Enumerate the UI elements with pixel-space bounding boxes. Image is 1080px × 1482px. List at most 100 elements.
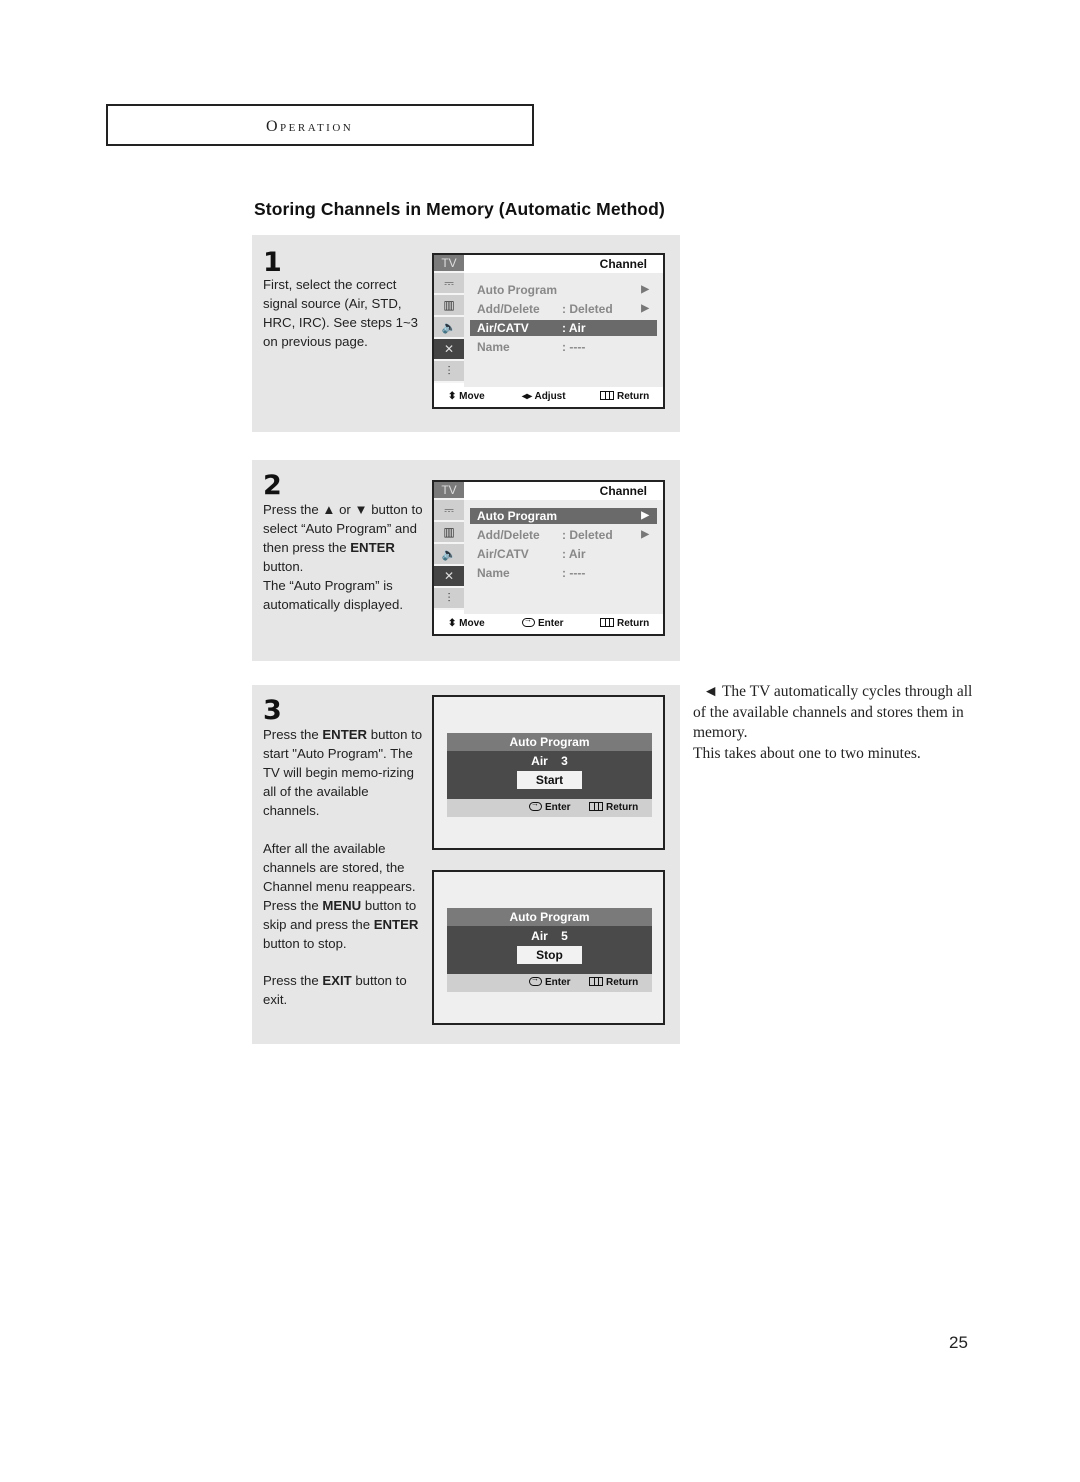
tv-tab: TV [434,255,464,273]
up-arrow-icon: ▲ [322,502,336,517]
row-value: : ---- [562,340,586,354]
arrow-right-icon: ▶ [641,303,649,314]
channel-readout: Air 3 [531,754,568,768]
osd-heading: Channel [599,484,647,498]
dialog-body: Air 5 Stop [447,926,652,974]
text: button. [263,559,304,574]
step-2-panel: 2 Press the ▲ or ▼ button to select “Aut… [252,460,680,661]
dialog-heading: Auto Program [447,733,652,751]
enter-icon [522,615,535,627]
input-icon: ⎓ [434,273,464,295]
sound-icon: 🔈 [434,544,464,566]
footer-move: ⬍ Move [448,391,485,402]
footer-move: ⬍ Move [448,618,485,629]
osd-footer: ⬍ Move ◂▸ Adjust Return [434,387,663,407]
channel-menu-osd: TV ⎓ ▥ 🔈 ✕ ⫶ Channel Auto Program ▶ Add/… [432,480,665,636]
row-value: : Deleted [562,528,613,542]
osd-menu-body: Auto Program ▶ Add/Delete : Deleted ▶ Ai… [464,273,663,387]
footer-enter: Enter [529,799,571,813]
dialog-footer: Enter Return [447,799,652,817]
osd-footer: ⬍ Move Enter Return [434,614,663,634]
return-icon [600,618,614,627]
row-label: Auto Program [477,283,558,297]
footer-label: Move [459,618,485,629]
osd-sidebar: TV ⎓ ▥ 🔈 ✕ ⫶ [434,255,464,383]
osd-menu-body: Auto Program ▶ Add/Delete : Deleted ▶ Ai… [464,500,663,614]
footer-return: Return [589,977,638,988]
enter-icon [529,974,542,986]
tv-tab: TV [434,482,464,500]
picture-icon: ▥ [434,522,464,544]
row-value: : ---- [562,566,586,580]
row-label: Air/CATV [477,547,529,561]
step-number: 3 [263,695,282,726]
section-header-box: Operation [106,104,534,146]
step-3-para-1: Press the ENTER button to start "Auto Pr… [263,725,423,820]
osd-heading: Channel [599,257,647,271]
step-2-text: Press the ▲ or ▼ button to select “Auto … [263,500,431,614]
menu-row-auto-program: Auto Program ▶ [470,508,657,524]
step-number: 1 [263,247,282,278]
footer-label: Enter [545,977,571,988]
step-1-text: First, select the correct signal source … [263,277,419,349]
footer-return: Return [589,802,638,813]
up-down-icon: ⬍ [448,391,457,402]
start-button[interactable]: Start [517,771,582,789]
row-label: Name [477,340,510,354]
page-title: Storing Channels in Memory (Automatic Me… [254,199,665,219]
note-text: The TV automatically cycles through all … [693,683,973,742]
auto-program-dialog: Auto Program Air 3 Start Enter Return [447,733,652,817]
menu-row-air-catv: Air/CATV : Air [470,320,657,336]
footer-label: Return [606,802,639,813]
step-3-para-2: After all the available channels are sto… [263,839,425,953]
section-header: Operation [266,118,354,135]
row-value: : Air [562,321,586,335]
menu-row-add-delete: Add/Delete : Deleted ▶ [470,301,657,317]
return-icon [589,977,603,986]
channel-antenna-icon: ✕ [434,339,464,361]
down-arrow-icon: ▼ [354,502,368,517]
enter-key-label: ENTER [373,917,419,932]
channel-menu-osd: TV ⎓ ▥ 🔈 ✕ ⫶ Channel Auto Program ▶ Add/… [432,253,665,409]
picture-icon: ▥ [434,295,464,317]
menu-row-name: Name : ---- [470,339,657,355]
setup-sliders-icon: ⫶ [434,588,464,610]
footer-label: Move [459,391,485,402]
footer-label: Enter [545,802,571,813]
footer-label: Adjust [534,391,566,402]
footer-adjust: ◂▸ Adjust [522,391,566,402]
sound-icon: 🔈 [434,317,464,339]
input-icon: ⎓ [434,500,464,522]
menu-key-label: MENU [322,898,362,913]
stop-button[interactable]: Stop [517,946,582,964]
exit-key-label: EXIT [322,973,352,988]
enter-icon [529,799,542,811]
footer-label: Return [617,618,650,629]
auto-program-screen-start: Auto Program Air 3 Start Enter Return [432,695,665,850]
text: button to stop. [263,936,347,951]
text: Press the [263,502,323,517]
text: Press the [263,973,323,988]
dialog-heading: Auto Program [447,908,652,926]
row-value: : Air [562,547,586,561]
left-pointer-icon: ◄ [703,683,719,700]
step-number: 2 [263,470,282,501]
step-3-panel: 3 Press the ENTER button to start "Auto … [252,685,680,1044]
text: The “Auto Program” is automatically disp… [263,578,404,612]
channel-antenna-icon: ✕ [434,566,464,588]
setup-sliders-icon: ⫶ [434,361,464,383]
up-down-icon: ⬍ [448,618,457,629]
auto-program-screen-stop: Auto Program Air 5 Stop Enter Return [432,870,665,1025]
return-icon [589,802,603,811]
menu-row-name: Name : ---- [470,565,657,581]
step-3-para-3: Press the EXIT button to exit. [263,971,423,1009]
text: Press the [263,727,323,742]
text: or [335,502,355,517]
footer-enter: Enter [522,615,564,629]
enter-key-label: ENTER [350,540,395,555]
row-label: Air/CATV [477,321,529,335]
footer-label: Return [606,977,639,988]
dialog-footer: Enter Return [447,974,652,992]
side-note: ◄ The TV automatically cycles through al… [693,682,973,765]
row-label: Add/Delete [477,528,540,542]
